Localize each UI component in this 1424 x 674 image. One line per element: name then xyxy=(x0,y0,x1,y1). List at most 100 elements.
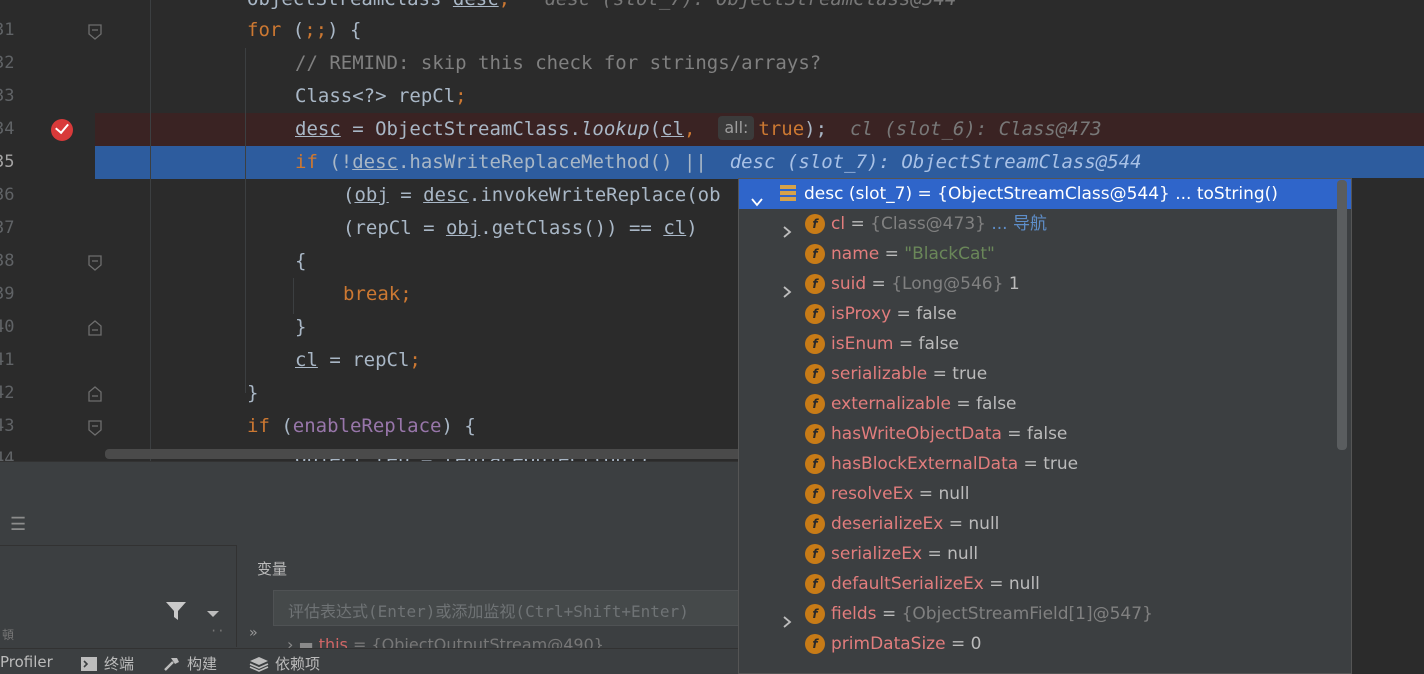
dependencies-tab[interactable]: 依赖项 xyxy=(249,653,320,674)
field-icon: f xyxy=(805,364,825,384)
line-number: 37 xyxy=(0,218,15,238)
field-name: hasWriteObjectData xyxy=(831,424,1002,444)
popup-vertical-scrollbar[interactable] xyxy=(1337,180,1347,450)
line-number: 42 xyxy=(0,383,15,403)
object-icon xyxy=(780,185,796,203)
field-name: defaultSerializeEx xyxy=(831,574,984,594)
code-line-31: for (;;) { xyxy=(247,19,362,41)
code-line-39: break; xyxy=(343,283,412,305)
field-type: {Long@546} xyxy=(891,274,1004,294)
field-row-suid[interactable]: f suid = {Long@546} 1 xyxy=(739,269,1351,299)
line-number: 36 xyxy=(0,185,15,205)
field-icon: f xyxy=(805,514,825,534)
line-number: 34 xyxy=(0,119,15,139)
field-icon: f xyxy=(805,634,825,654)
field-row-primDataSize[interactable]: f primDataSize = 0 xyxy=(739,629,1351,659)
editor-horizontal-scrollbar[interactable] xyxy=(105,449,745,459)
field-row-defaultSerializeEx[interactable]: f defaultSerializeEx = null xyxy=(739,569,1351,599)
line-number: 32 xyxy=(0,53,15,73)
field-name: isEnum xyxy=(831,334,894,354)
field-icon: f xyxy=(805,244,825,264)
field-name: primDataSize xyxy=(831,634,946,654)
line-number-gutter: 31 32 33 34 35 36 37 38 39 40 41 42 43 4… xyxy=(0,0,40,461)
code-line-40: } xyxy=(295,316,307,338)
filter-icon[interactable] xyxy=(165,601,187,621)
field-row-name[interactable]: f name = "BlackCat" xyxy=(739,239,1351,269)
field-icon: f xyxy=(805,604,825,624)
field-name: serializeEx xyxy=(831,544,923,564)
field-value: "BlackCat" xyxy=(904,244,995,264)
field-icon: f xyxy=(805,214,825,234)
field-row-hasWriteObjectData[interactable]: f hasWriteObjectData = false xyxy=(739,419,1351,449)
build-tab[interactable]: 构建 xyxy=(163,653,217,674)
parameter-hint: all: xyxy=(718,116,755,140)
debug-value-popup[interactable]: desc (slot_7) = {ObjectStreamClass@544} … xyxy=(738,178,1352,674)
line-number: 31 xyxy=(0,20,15,40)
field-icon: f xyxy=(805,424,825,444)
popup-edge xyxy=(1352,178,1424,674)
variables-tab-label[interactable]: 变量 xyxy=(257,558,287,579)
terminal-tab[interactable]: 终端 xyxy=(80,653,134,674)
indent-guide xyxy=(245,48,246,393)
field-row-hasBlockExternalData[interactable]: f hasBlockExternalData = true xyxy=(739,449,1351,479)
hammer-icon xyxy=(163,656,181,672)
line-number: 43 xyxy=(0,416,15,436)
layout-settings-icon[interactable]: ☰ xyxy=(10,514,26,535)
fold-open-icon[interactable] xyxy=(88,420,102,436)
field-icon: f xyxy=(805,334,825,354)
popup-header-row[interactable]: desc (slot_7) = {ObjectStreamClass@544} … xyxy=(739,179,1351,209)
line-number: 33 xyxy=(0,86,15,106)
expand-more-icon[interactable]: » xyxy=(249,625,257,641)
fold-close-icon[interactable] xyxy=(88,320,102,336)
evaluate-expression-placeholder: 评估表达式(Enter)或添加监视(Ctrl+Shift+Enter) xyxy=(288,602,689,621)
line-number: 38 xyxy=(0,251,15,271)
field-value: true xyxy=(952,364,988,384)
field-value: 0 xyxy=(970,634,982,654)
fold-open-icon[interactable] xyxy=(88,24,102,40)
field-name: deserializeEx xyxy=(831,514,944,534)
terminal-icon xyxy=(80,656,98,672)
profiler-label: Profiler xyxy=(0,653,53,671)
field-row-deserializeEx[interactable]: f deserializeEx = null xyxy=(739,509,1351,539)
code-line-32: // REMIND: skip this check for strings/a… xyxy=(295,52,822,74)
chevron-right-icon[interactable] xyxy=(781,278,793,298)
breakpoint-hit-icon[interactable] xyxy=(51,119,73,141)
field-row-fields[interactable]: f fields = {ObjectStreamField[1]@547} xyxy=(739,599,1351,629)
pane-divider[interactable] xyxy=(236,545,237,647)
build-label: 构建 xyxy=(187,655,218,673)
code-line-36: (obj = desc.invokeWriteReplace(ob xyxy=(343,184,721,206)
field-row-isEnum[interactable]: f isEnum = false xyxy=(739,329,1351,359)
field-icon: f xyxy=(805,574,825,594)
field-icon: f xyxy=(805,484,825,504)
field-row-externalizable[interactable]: f externalizable = false xyxy=(739,389,1351,419)
field-row-isProxy[interactable]: f isProxy = false xyxy=(739,299,1351,329)
field-icon: f xyxy=(805,544,825,564)
chevron-right-icon[interactable] xyxy=(781,608,793,628)
fold-close-icon[interactable] xyxy=(88,386,102,402)
field-value: true xyxy=(1043,454,1079,474)
indent-guide xyxy=(150,0,151,461)
code-line-37: (repCl = obj.getClass()) == cl) xyxy=(343,217,698,239)
field-row-cl[interactable]: f cl = {Class@473} ... 导航 xyxy=(739,209,1351,239)
field-row-resolveEx[interactable]: f resolveEx = null xyxy=(739,479,1351,509)
field-name: fields xyxy=(831,604,877,624)
field-type: {Class@473} xyxy=(870,214,986,234)
chevron-down-icon[interactable] xyxy=(751,188,763,207)
field-row-serializeEx[interactable]: f serializeEx = null xyxy=(739,539,1351,569)
code-line-43: if (enableReplace) { xyxy=(247,415,476,437)
chevron-down-icon[interactable] xyxy=(206,604,220,617)
fold-open-icon[interactable] xyxy=(88,255,102,271)
field-value: 1 xyxy=(1003,274,1020,294)
field-type: {ObjectStreamField[1]@547} xyxy=(901,604,1153,624)
field-value: false xyxy=(916,304,957,324)
field-row-serializable[interactable]: f serializable = true xyxy=(739,359,1351,389)
field-value: null xyxy=(1008,574,1040,594)
layers-icon xyxy=(249,656,269,672)
code-line-41: cl = repCl; xyxy=(295,349,421,371)
profiler-tab[interactable]: Profiler xyxy=(0,653,53,671)
field-value: null xyxy=(947,544,979,564)
evaluate-expression-input[interactable]: 评估表达式(Enter)或添加监视(Ctrl+Shift+Enter) xyxy=(273,590,743,626)
chevron-right-icon[interactable] xyxy=(781,218,793,238)
code-line-33: Class<?> repCl; xyxy=(295,85,467,107)
code-line-38: { xyxy=(295,250,307,272)
